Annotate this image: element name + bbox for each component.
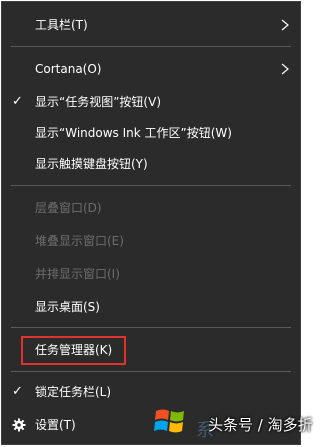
task-manager-highlight-box: [21, 336, 126, 365]
menu-item-cortana[interactable]: Cortana(O): [2, 56, 300, 82]
menu-item-show-desktop[interactable]: 显示桌面(S): [2, 294, 300, 320]
gear-icon: [12, 418, 26, 432]
menu-divider: [11, 46, 291, 47]
menu-item-label: 显示触摸键盘按钮(Y): [35, 157, 148, 171]
taskbar-context-menu: 工具栏(T) Cortana(O) ✓ 显示“任务视图”按钮(V) 显示“Win…: [1, 1, 313, 445]
menu-item-label: 显示“Windows Ink 工作区”按钮(W): [35, 126, 232, 140]
menu-item-label: 堆叠显示窗口(E): [35, 234, 124, 248]
menu-item-label: 设置(T): [35, 418, 76, 432]
chevron-right-icon: [281, 63, 289, 75]
checkmark-icon: ✓: [12, 94, 23, 109]
menu-item-cascade-windows: 层叠窗口(D): [2, 195, 300, 221]
menu-item-label: 锁定任务栏(L): [35, 385, 112, 399]
menu-item-side-by-side-windows: 并排显示窗口(I): [2, 261, 300, 287]
menu-divider: [11, 185, 291, 186]
windows-logo-icon: [154, 409, 184, 433]
menu-item-show-touch-keyboard-button[interactable]: 显示触摸键盘按钮(Y): [2, 151, 300, 177]
menu-item-label: 显示桌面(S): [35, 300, 100, 314]
menu-divider: [11, 327, 291, 328]
watermark: 系 头条号 / 淘多折: [152, 400, 313, 444]
menu-item-label: 并排显示窗口(I): [35, 267, 120, 281]
menu-item-label: Cortana(O): [35, 62, 102, 76]
menu-item-label: 层叠窗口(D): [35, 201, 102, 215]
menu-item-toolbars[interactable]: 工具栏(T): [2, 12, 300, 38]
menu-item-label: 工具栏(T): [35, 18, 88, 32]
menu-item-show-task-view-button[interactable]: ✓ 显示“任务视图”按钮(V): [2, 89, 300, 115]
menu-item-stack-windows: 堆叠显示窗口(E): [2, 228, 300, 254]
watermark-text: 头条号 / 淘多折: [208, 416, 313, 434]
checkmark-icon: ✓: [12, 384, 23, 399]
menu-item-show-windows-ink-button[interactable]: 显示“Windows Ink 工作区”按钮(W): [2, 120, 300, 146]
chevron-right-icon: [281, 19, 289, 31]
menu-item-label: 显示“任务视图”按钮(V): [35, 95, 162, 109]
menu-divider: [11, 371, 291, 372]
